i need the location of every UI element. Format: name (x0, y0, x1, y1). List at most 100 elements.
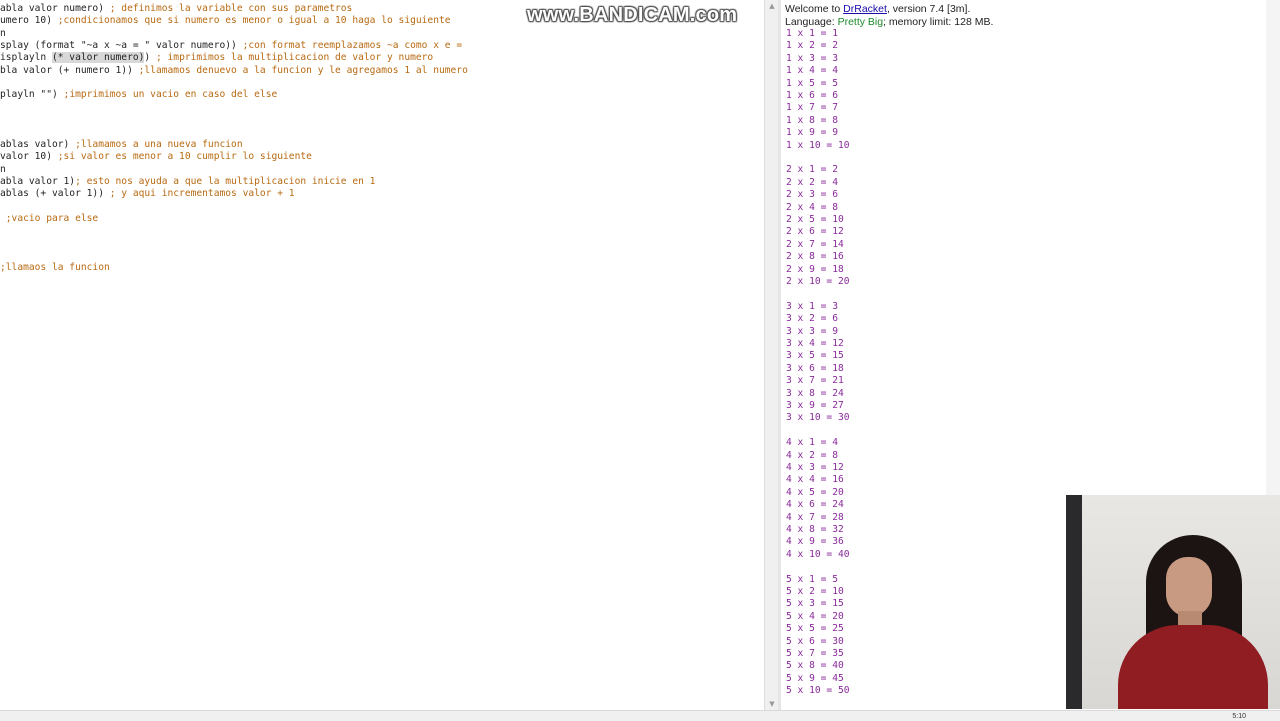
output-line: 1 x 3 = 3 (786, 52, 838, 64)
output-line: 2 x 7 = 14 (786, 238, 844, 250)
output-line: 4 x 9 = 36 (786, 536, 844, 548)
output-line: 3 x 10 = 30 (786, 412, 850, 424)
output-line: 5 x 3 = 15 (786, 598, 844, 610)
output-line: 4 x 10 = 40 (786, 548, 850, 560)
code-token: abla valor 1) (0, 175, 76, 187)
code-token: isplayln (0, 52, 52, 64)
output-line: 3 x 7 = 21 (786, 375, 844, 387)
code-line[interactable]: ablas valor) ;llamamos a una nueva funci… (0, 139, 243, 151)
code-line[interactable]: abla valor 1); esto nos ayuda a que la m… (0, 176, 375, 188)
code-token: bla valor (+ numero 1)) (0, 64, 133, 76)
code-comment: ;con format reemplazamos ~a como x e = (236, 40, 463, 52)
code-comment: ;llamamos denuevo a la funcion y le agre… (132, 64, 468, 76)
output-line: 3 x 2 = 6 (786, 313, 838, 325)
welcome-banner: Welcome to DrRacket, version 7.4 [3m]. L… (785, 3, 993, 28)
output-line: 3 x 5 = 15 (786, 350, 844, 362)
output-line: 4 x 1 = 4 (786, 437, 838, 449)
code-comment: ;llamamos a una nueva funcion (69, 138, 243, 150)
language-suffix: ; memory limit: 128 MB. (883, 15, 994, 28)
output-line: 2 x 4 = 8 (786, 201, 838, 213)
welcome-suffix: , version 7.4 [3m]. (886, 3, 971, 15)
output-line: 1 x 9 = 9 (786, 127, 838, 139)
output-line: 4 x 3 = 12 (786, 462, 844, 473)
code-highlight: (* valor numero) (51, 52, 145, 64)
output-line: 5 x 5 = 25 (786, 623, 844, 635)
language-prefix: Language: (785, 15, 838, 28)
output-line: 4 x 8 = 32 (786, 524, 844, 535)
output-line: 2 x 5 = 10 (786, 214, 844, 225)
output-line: 4 x 6 = 24 (786, 499, 844, 511)
bandicam-watermark: www.BANDICAM.com (527, 4, 738, 26)
code-comment: ; definimos la variable con sus parametr… (103, 3, 353, 14)
code-line[interactable]: ;llamaos la funcion (0, 262, 110, 274)
code-line[interactable]: playln "") ;imprimimos un vacio en caso … (0, 89, 277, 101)
code-comment: ; y aqui incrementamos valor + 1 (103, 188, 295, 200)
output-line: 2 x 6 = 12 (786, 226, 844, 238)
output-line: 2 x 8 = 16 (786, 251, 844, 263)
output-line: 3 x 9 = 27 (786, 400, 844, 411)
output-line: 4 x 2 = 8 (786, 449, 838, 461)
code-token: abla valor numero) (0, 3, 104, 14)
webcam-person-face (1166, 557, 1212, 617)
status-bar: 5:10 (0, 710, 1280, 721)
drracket-link[interactable]: DrRacket (843, 3, 887, 15)
code-token: ablas (+ valor 1)) (0, 188, 104, 200)
code-comment: ; imprimimos la multiplicacion de valor … (150, 52, 434, 64)
output-line: 5 x 2 = 10 (786, 586, 844, 597)
language-line: Language: Pretty Big; memory limit: 128 … (785, 16, 993, 29)
webcam-background (1066, 495, 1082, 709)
scroll-up-icon[interactable]: ▲ (765, 0, 779, 12)
code-token: valor 10) (0, 151, 52, 163)
output-line: 2 x 10 = 20 (786, 276, 850, 287)
scroll-down-icon[interactable]: ▼ (765, 698, 779, 710)
output-line: 5 x 1 = 5 (786, 573, 838, 585)
code-line[interactable]: splay (format "~a x ~a = " valor numero)… (0, 40, 462, 52)
output-line: 1 x 7 = 7 (786, 102, 838, 114)
code-token: ablas valor) (0, 138, 70, 150)
output-line: 1 x 6 = 6 (786, 90, 838, 101)
code-line[interactable]: abla valor numero) ; definimos la variab… (0, 3, 352, 15)
code-line[interactable]: n (0, 28, 6, 40)
welcome-line: Welcome to DrRacket, version 7.4 [3m]. (785, 3, 993, 16)
code-token: playln "") (0, 89, 58, 101)
output-line: 2 x 9 = 18 (786, 263, 844, 275)
code-comment: ;condicionamos que si numero es menor o … (51, 15, 451, 27)
definitions-pane[interactable]: abla valor numero) ; definimos la variab… (0, 0, 764, 710)
interactions-scrollbar[interactable] (1266, 0, 1280, 495)
webcam-person-hoodie (1118, 625, 1268, 709)
output-line: 3 x 8 = 24 (786, 387, 844, 399)
output-line: 4 x 5 = 20 (786, 486, 844, 498)
output-line: 5 x 6 = 30 (786, 635, 844, 647)
output-line: 3 x 1 = 3 (786, 300, 838, 312)
code-token: splay (format "~a x ~a = " valor numero)… (0, 40, 237, 52)
welcome-prefix: Welcome to (785, 3, 844, 15)
language-name: Pretty Big (837, 15, 884, 28)
output-line: 2 x 1 = 2 (786, 164, 838, 176)
code-comment: ;si valor es menor a 10 cumplir lo sigui… (51, 151, 312, 163)
code-line[interactable]: bla valor (+ numero 1)) ;llamamos denuev… (0, 65, 468, 77)
code-line[interactable]: umero 10) ;condicionamos que si numero e… (0, 15, 451, 27)
code-line[interactable]: isplayln (* valor numero)) ; imprimimos … (0, 52, 433, 64)
output-line: 3 x 6 = 18 (786, 362, 844, 374)
code-line[interactable]: ;vacio para else (0, 213, 98, 225)
code-line[interactable]: valor 10) ;si valor es menor a 10 cumpli… (0, 151, 312, 163)
output-line: 2 x 2 = 4 (786, 176, 838, 188)
output-line: 1 x 5 = 5 (786, 77, 838, 89)
output-line: 5 x 9 = 45 (786, 672, 844, 684)
output-line: 1 x 10 = 10 (786, 139, 850, 151)
code-token: n (0, 163, 6, 175)
code-line[interactable]: ablas (+ valor 1)) ; y aqui incrementamo… (0, 188, 295, 200)
code-line[interactable]: n (0, 164, 6, 176)
output-line: 1 x 1 = 1 (786, 28, 838, 39)
output-line: 1 x 8 = 8 (786, 114, 838, 126)
code-token: umero 10) (0, 15, 52, 27)
output-line: 1 x 2 = 2 (786, 40, 838, 52)
code-token: n (0, 27, 6, 39)
output-line: 2 x 3 = 6 (786, 189, 838, 201)
output-line: 3 x 3 = 9 (786, 325, 838, 337)
code-comment: ;vacio para else (0, 212, 99, 224)
definitions-scrollbar[interactable]: ▲ ▼ (764, 0, 779, 710)
output-line: 4 x 4 = 16 (786, 474, 844, 486)
output-line: 5 x 10 = 50 (786, 685, 850, 697)
webcam-overlay (1066, 495, 1280, 709)
